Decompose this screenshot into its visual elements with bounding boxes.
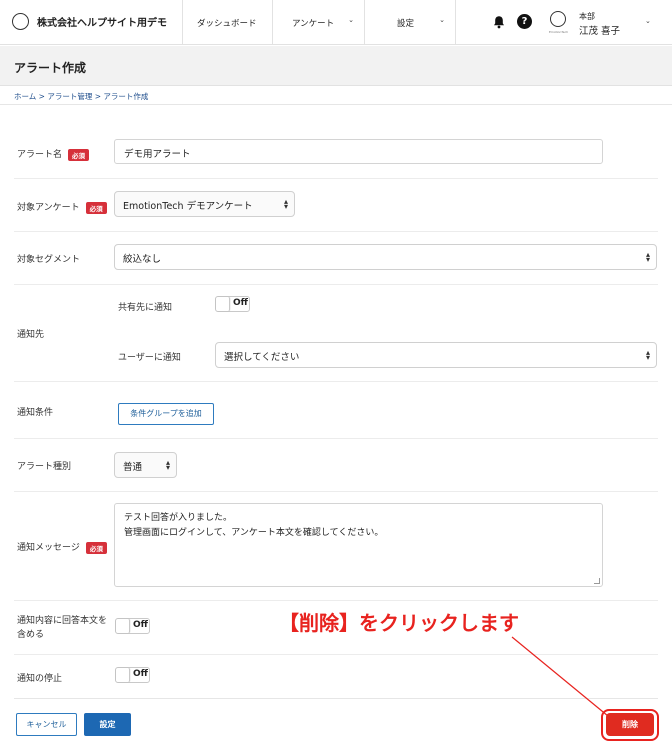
page-title-bar: アラート作成: [0, 46, 672, 86]
user-notify-select[interactable]: 選択してください ▴ ▾: [215, 342, 657, 368]
select-arrows-icon: ▴ ▾: [645, 348, 650, 362]
breadcrumb[interactable]: ホーム > アラート管理 > アラート作成: [14, 91, 148, 102]
required-badge: 必須: [85, 541, 107, 554]
stop-toggle[interactable]: Off: [115, 667, 150, 683]
row-divider: [14, 438, 658, 439]
user-department: 本部: [579, 12, 595, 21]
alert-type-select[interactable]: 普通 ▴ ▾: [114, 452, 177, 478]
label-text: 通知メッセージ: [17, 543, 80, 553]
divider: [0, 104, 672, 105]
required-badge: 必須: [85, 201, 107, 214]
chevron-down-icon: ⌄: [439, 16, 445, 24]
row-divider: [14, 284, 658, 285]
segment-select[interactable]: 絞込なし ▴ ▾: [114, 244, 657, 270]
required-badge: 必須: [68, 148, 90, 161]
select-value: 絞込なし: [123, 254, 162, 265]
nav-dashboard[interactable]: ダッシュボード: [182, 0, 272, 44]
stop-label: 通知の停止: [17, 674, 63, 684]
survey-select[interactable]: EmotionTech デモアンケート ▴ ▾: [114, 191, 295, 217]
brand[interactable]: 株式会社ヘルプサイト用デモ: [12, 13, 167, 30]
label-text: 対象アンケート: [17, 203, 80, 213]
nav-settings[interactable]: 設定 ⌄: [364, 0, 456, 44]
row-divider: [14, 491, 658, 492]
message-textarea[interactable]: テスト回答が入りました。 管理画面にログインして、アンケート本文を確認してくださ…: [114, 503, 603, 587]
select-arrows-icon: ▴ ▾: [283, 197, 288, 211]
alert-type-label: アラート種別: [17, 462, 72, 472]
toggle-state: Off: [133, 669, 148, 679]
condition-label: 通知条件: [17, 408, 54, 418]
user-name[interactable]: 江茂 喜子: [579, 23, 620, 37]
cancel-button[interactable]: キャンセル: [16, 713, 77, 736]
message-line: テスト回答が入りました。: [124, 513, 233, 523]
company-logo-icon: [12, 13, 29, 30]
select-value: 選択してください: [224, 352, 300, 363]
row-divider: [14, 231, 658, 232]
label-text: 通知内容に回答本文を: [17, 616, 108, 626]
message-line: 管理画面にログインして、アンケート本文を確認してください。: [124, 528, 384, 538]
row-divider: [14, 654, 658, 655]
avatar-caption: EmotionTech: [549, 30, 569, 34]
row-divider: [14, 698, 658, 699]
alert-name-label: アラート名 必須: [17, 147, 90, 161]
include-body-label: 通知内容に回答本文を 含める: [17, 614, 107, 642]
add-condition-group-button[interactable]: 条件グループを追加: [118, 403, 214, 425]
include-body-toggle[interactable]: Off: [115, 618, 150, 634]
select-arrows-icon: ▴ ▾: [645, 250, 650, 264]
resize-grip-icon[interactable]: [594, 578, 600, 584]
help-icon[interactable]: ?: [517, 14, 532, 29]
user-notify-label: ユーザーに通知: [118, 353, 181, 363]
chevron-down-icon: ⌄: [348, 16, 354, 24]
bell-icon[interactable]: [492, 15, 506, 29]
alert-name-input[interactable]: デモ用アラート: [114, 139, 603, 164]
nav-survey[interactable]: アンケート ⌄: [272, 0, 364, 44]
toggle-state: Off: [133, 620, 148, 630]
label-text: アラート名: [17, 150, 63, 160]
share-notify-toggle[interactable]: Off: [215, 296, 250, 312]
nav-settings-label: 設定: [397, 19, 415, 29]
select-value: 普通: [123, 462, 143, 473]
company-name: 株式会社ヘルプサイト用デモ: [37, 18, 167, 29]
chevron-down-icon[interactable]: ⌄: [645, 17, 651, 25]
toggle-state: Off: [233, 298, 248, 308]
notify-to-label: 通知先: [17, 330, 45, 340]
label-text: 含める: [17, 630, 45, 640]
nav-survey-label: アンケート: [292, 19, 335, 29]
row-divider: [14, 600, 658, 601]
toggle-knob: [116, 668, 130, 682]
delete-button[interactable]: 削除: [606, 713, 654, 736]
row-divider: [14, 381, 658, 382]
page-title: アラート作成: [14, 61, 87, 75]
save-button[interactable]: 設定: [84, 713, 131, 736]
row-divider: [14, 178, 658, 179]
select-arrows-icon: ▴ ▾: [165, 458, 170, 472]
nav-dashboard-label: ダッシュボード: [197, 19, 257, 29]
segment-label: 対象セグメント: [17, 255, 81, 265]
toggle-knob: [216, 297, 230, 311]
message-label: 通知メッセージ 必須: [17, 540, 107, 554]
user-avatar[interactable]: [550, 11, 566, 27]
select-value: EmotionTech デモアンケート: [123, 201, 253, 212]
annotation-text: 【削除】をクリックします: [279, 611, 519, 635]
survey-label: 対象アンケート 必須: [17, 200, 107, 214]
share-notify-label: 共有先に通知: [118, 303, 173, 313]
toggle-knob: [116, 619, 130, 633]
top-navbar: 株式会社ヘルプサイト用デモ ダッシュボード アンケート ⌄ 設定 ⌄ ? Emo…: [0, 0, 672, 45]
